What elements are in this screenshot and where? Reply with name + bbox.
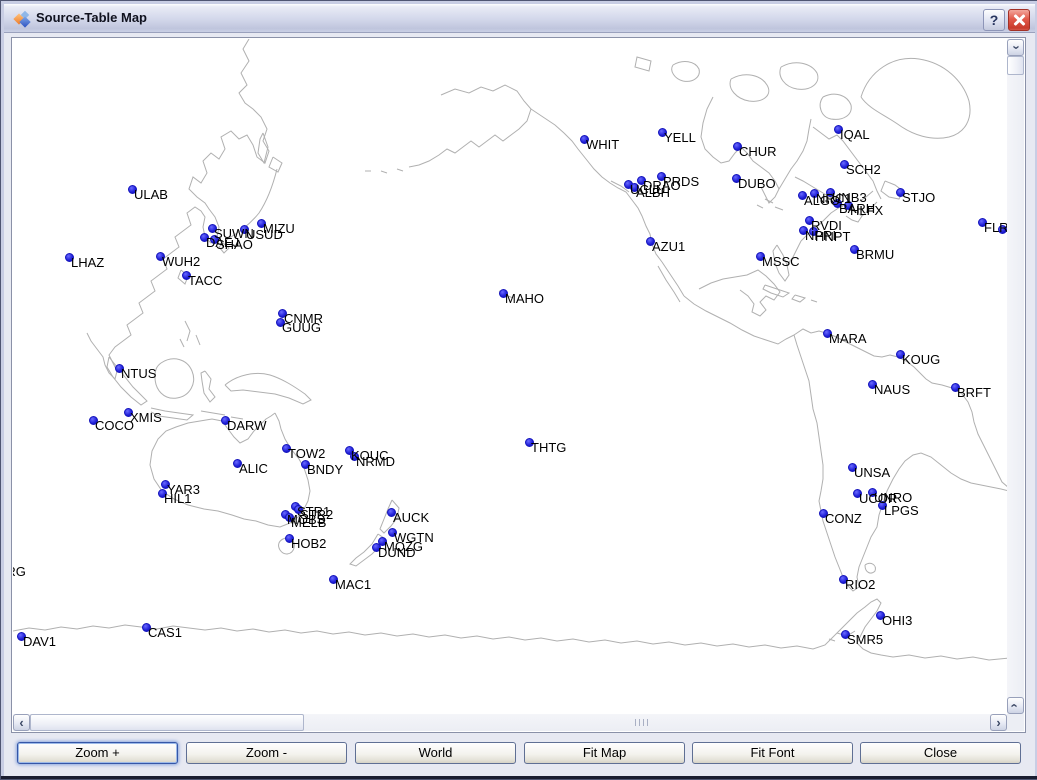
station-label: OHI3 xyxy=(882,613,912,628)
station-label: MAHO xyxy=(505,291,544,306)
station-label: DAV1 xyxy=(23,634,56,649)
station-label: LHAZ xyxy=(71,255,104,270)
station-label: AZU1 xyxy=(652,239,685,254)
station-label: TOW2 xyxy=(288,446,325,461)
zoom-out-button[interactable]: Zoom - xyxy=(186,742,347,764)
scrollbar-corner xyxy=(1007,714,1024,731)
station-label: MARA xyxy=(829,331,867,346)
close-button[interactable] xyxy=(1008,9,1030,31)
station-label: BRFT xyxy=(957,385,991,400)
vertical-scrollbar[interactable]: ‹ ‹ xyxy=(1007,39,1024,714)
station-label: NAUS xyxy=(874,382,910,397)
scroll-left-icon: ‹ xyxy=(19,716,23,729)
station-label: HLFX xyxy=(850,203,883,218)
station-label: DUND xyxy=(378,545,416,560)
scroll-right-icon: › xyxy=(996,716,1000,729)
zoom-in-button[interactable]: Zoom + xyxy=(17,742,178,764)
station-label: WHIT xyxy=(586,137,619,152)
station-label: TACC xyxy=(188,273,222,288)
fit-map-button[interactable]: Fit Map xyxy=(524,742,685,764)
station-label: DARW xyxy=(227,418,266,433)
title-bar[interactable]: Source-Table Map ? xyxy=(4,4,1035,33)
station-label: CONZ xyxy=(825,511,862,526)
scroll-down-button[interactable]: ‹ xyxy=(1007,697,1024,714)
station-label: MIZU xyxy=(263,221,295,236)
station-label: ULAB xyxy=(134,187,168,202)
scroll-down-icon: ‹ xyxy=(1009,703,1022,707)
station-label: CHUR xyxy=(739,144,777,159)
station-label: LPGS xyxy=(884,503,919,518)
window-title: Source-Table Map xyxy=(36,10,147,25)
station-label: SHAO xyxy=(216,237,253,252)
world-button[interactable]: World xyxy=(355,742,516,764)
scroll-up-button[interactable]: ‹ xyxy=(1007,39,1024,56)
station-label: BNDY xyxy=(307,462,343,477)
station-label: SMR5 xyxy=(847,632,883,647)
station-label: HIL1 xyxy=(164,491,191,506)
station-label: KOUG xyxy=(902,352,940,367)
app-icon xyxy=(13,10,31,28)
station-label: BRMU xyxy=(856,247,894,262)
station-label: SCH2 xyxy=(846,162,881,177)
station-label: NTUS xyxy=(121,366,156,381)
station-label: YELL xyxy=(664,130,696,145)
window: Source-Table Map ? xyxy=(0,0,1037,780)
horizontal-scrollbar[interactable]: ‹ › xyxy=(13,714,1007,731)
scroll-right-button[interactable]: › xyxy=(990,714,1007,731)
station-label: HNPT xyxy=(815,229,850,244)
station-label: IQAL xyxy=(840,127,870,142)
horizontal-scroll-thumb[interactable] xyxy=(30,714,304,731)
scroll-up-icon: ‹ xyxy=(1009,45,1022,49)
station-label: MAC1 xyxy=(335,577,371,592)
scrollbar-grip[interactable] xyxy=(635,719,651,726)
close-map-button[interactable]: Close xyxy=(860,742,1021,764)
station-label: THTG xyxy=(531,440,566,455)
station-label: GUUG xyxy=(282,320,321,335)
station-label: ALBH xyxy=(636,185,670,200)
fit-font-button[interactable]: Fit Font xyxy=(692,742,853,764)
scroll-left-button[interactable]: ‹ xyxy=(13,714,30,731)
button-row: Zoom + Zoom - World Fit Map Fit Font Clo… xyxy=(1,742,1037,766)
station-label: COCO xyxy=(95,418,134,433)
vertical-scroll-thumb[interactable] xyxy=(1007,56,1024,75)
station-label: KERG xyxy=(13,564,26,579)
help-icon: ? xyxy=(990,12,999,28)
help-button[interactable]: ? xyxy=(983,9,1005,31)
station-label: ALIC xyxy=(239,461,268,476)
station-label: WUH2 xyxy=(162,254,200,269)
map-panel: ULABLHAZWUH2TACCSUWNUSUDDAEJSHAOMIZUCNMR… xyxy=(11,37,1026,733)
station-label: RIO2 xyxy=(845,577,875,592)
station-label: HOB2 xyxy=(291,536,326,551)
station-label: MSSC xyxy=(762,254,800,269)
station-label: MELB xyxy=(291,515,326,530)
station-label: NRMD xyxy=(356,454,395,469)
station-label: AUCK xyxy=(393,510,429,525)
station-label: CAS1 xyxy=(148,625,182,640)
close-icon xyxy=(1013,14,1025,26)
station-label: UNSA xyxy=(854,465,890,480)
station-label: XMIS xyxy=(130,410,162,425)
station-label: DUBO xyxy=(738,176,776,191)
station-label: FLR xyxy=(984,220,1007,235)
map-canvas[interactable]: ULABLHAZWUH2TACCSUWNUSUDDAEJSHAOMIZUCNMR… xyxy=(13,39,1007,714)
station-label: STJO xyxy=(902,190,935,205)
